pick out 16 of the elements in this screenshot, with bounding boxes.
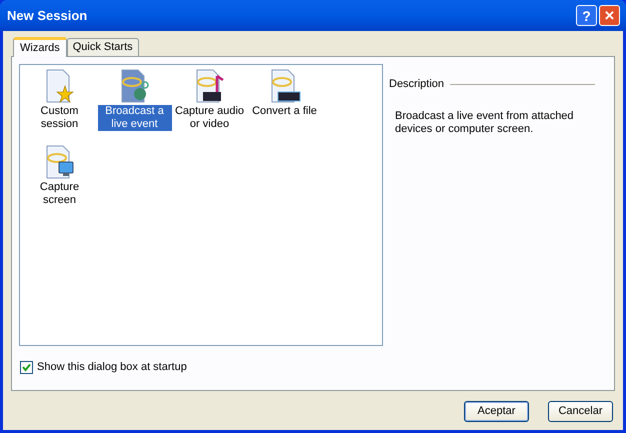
window-title: New Session [7,6,88,25]
description-text: Broadcast a live event from attached devices or computer screen. [395,110,575,136]
wizard-item[interactable]: Custom session [22,105,96,131]
wizard-item[interactable]: Capture screen [22,181,96,207]
checkbox-label: Show this dialog box at startup [37,360,187,375]
help-button[interactable]: ? [576,5,597,26]
wizard-item[interactable]: Convert a file [251,105,318,118]
tab[interactable]: Wizards [13,37,67,57]
dialog-button[interactable]: Aceptar [464,401,529,422]
close-button[interactable]: × [599,5,620,26]
description-heading: Description [389,77,444,92]
dialog-button[interactable]: Cancelar [548,401,613,422]
wizard-item[interactable]: Capture audio or video [172,105,246,131]
startup-checkbox[interactable] [20,360,33,374]
tab[interactable]: Quick Starts [66,38,139,56]
wizard-item[interactable]: Broadcast a live event [98,105,172,131]
